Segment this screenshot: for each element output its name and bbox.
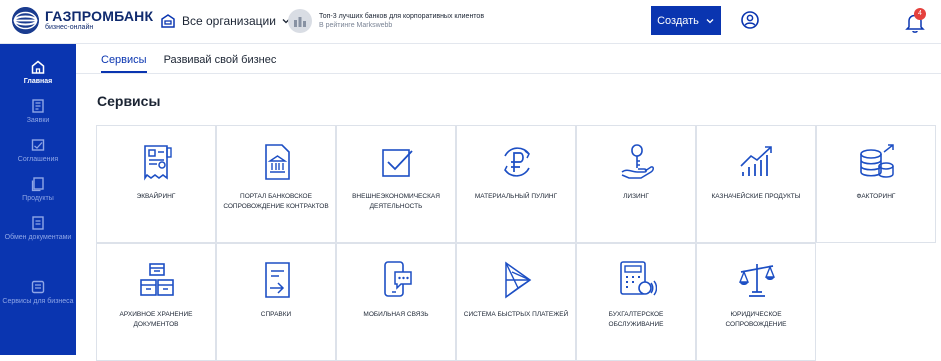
promo-title: Топ-3 лучших банков для корпоративных кл…	[319, 13, 485, 20]
page-title: Сервисы	[97, 93, 161, 109]
rating-chart-icon	[288, 9, 312, 33]
service-label: ЮРИДИЧЕСКОЕ СОПРОВОЖДЕНИЕ	[725, 311, 787, 328]
sidebar-item-documents-exchange[interactable]: Обмен документами	[0, 215, 76, 242]
tab-grow-business[interactable]: Развивай свой бизнес	[164, 54, 277, 73]
create-button[interactable]: Создать	[651, 6, 721, 35]
tab-services[interactable]: Сервисы	[101, 54, 147, 73]
service-label: ФАКТОРИНГ	[856, 193, 896, 200]
sidebar-item-products[interactable]: Продукты	[0, 176, 76, 203]
service-card-treasury-products[interactable]: КАЗНАЧЕЙСКИЕ ПРОДУКТЫ	[696, 125, 816, 243]
sidebar-item-label: Сервисы для бизнеса	[2, 298, 74, 305]
service-label: ВНЕШНЕЭКОНОМИЧЕСКАЯ ДЕЯТЕЛЬНОСТЬ	[352, 193, 440, 210]
promo-banner[interactable]: Топ-3 лучших банков для корпоративных кл…	[288, 9, 484, 33]
sidebar-item-label: Главная	[23, 78, 53, 85]
service-label: ПОРТАЛ БАНКОВСКОЕ СОПРОВОЖДЕНИЕ КОНТРАКТ…	[223, 193, 329, 210]
service-label: МОБИЛЬНАЯ СВЯЗЬ	[363, 311, 429, 318]
checkbox-icon	[382, 149, 413, 177]
gazprombank-logo-icon	[12, 7, 39, 34]
gazprombank-logo[interactable]: ГАЗПРОМБАНК бизнес-онлайн	[12, 7, 153, 34]
service-card-fast-payments[interactable]: СИСТЕМА БЫСТРЫХ ПЛАТЕЖЕЙ	[456, 243, 576, 361]
sidebar-item-label: Продукты	[22, 195, 54, 202]
chevron-down-icon	[706, 18, 714, 23]
sidebar-item-label: Заявки	[26, 117, 50, 124]
tabs-divider	[76, 73, 941, 74]
user-profile-icon[interactable]	[741, 11, 759, 29]
growth-chart-icon	[740, 146, 772, 176]
sidebar-item-label: Обмен документами	[4, 234, 72, 241]
sidebar-item-label: Соглашения	[17, 156, 59, 163]
service-label: БУХГАЛТЕРСКОЕ ОБСЛУЖИВАНИЕ	[608, 311, 664, 328]
service-label: СИСТЕМА БЫСТРЫХ ПЛАТЕЖЕЙ	[463, 311, 569, 318]
bank-document-icon	[265, 144, 290, 180]
service-card-certificates[interactable]: СПРАВКИ	[216, 243, 336, 361]
service-card-archive-storage[interactable]: АРХИВНОЕ ХРАНЕНИЕ ДОКУМЕНТОВ	[96, 243, 216, 361]
archive-boxes-icon	[140, 263, 174, 296]
sbp-icon	[505, 261, 532, 299]
logo-name: ГАЗПРОМБАНК	[45, 8, 154, 24]
sidebar-item-home[interactable]: Главная	[0, 59, 76, 86]
logo-subtitle: бизнес-онлайн	[45, 24, 94, 31]
service-card-legal-support[interactable]: ЮРИДИЧЕСКОЕ СОПРОВОЖДЕНИЕ	[696, 243, 816, 361]
certificate-icon	[265, 262, 290, 298]
promo-subtitle: В рейтинге Markswebb	[319, 22, 393, 29]
create-button-label: Создать	[657, 14, 699, 27]
requests-icon	[32, 99, 44, 113]
top-header: ГАЗПРОМБАНК бизнес-онлайн Все организаци…	[0, 0, 941, 44]
notification-count-badge: 4	[914, 8, 926, 20]
service-card-leasing[interactable]: ЛИЗИНГ	[576, 125, 696, 243]
service-card-material-pooling[interactable]: МАТЕРИАЛЬНЫЙ ПУЛИНГ	[456, 125, 576, 243]
agreements-icon	[31, 139, 45, 151]
building-icon	[161, 14, 175, 28]
calculator-icon	[620, 261, 657, 296]
service-card-factoring[interactable]: ФАКТОРИНГ	[816, 125, 936, 243]
service-label: ЛИЗИНГ	[623, 193, 649, 200]
terminal-icon	[144, 145, 172, 181]
service-card-contract-portal[interactable]: ПОРТАЛ БАНКОВСКОЕ СОПРОВОЖДЕНИЕ КОНТРАКТ…	[216, 125, 336, 243]
sidebar-item-agreements[interactable]: Соглашения	[0, 137, 76, 164]
content-tabs: Сервисы Развивай свой бизнес	[101, 54, 293, 73]
service-card-accounting[interactable]: БУХГАЛТЕРСКОЕ ОБСЛУЖИВАНИЕ	[576, 243, 696, 361]
mobile-chat-icon	[384, 261, 412, 297]
business-services-icon	[31, 280, 45, 294]
notifications-button[interactable]: 4	[905, 8, 927, 34]
scales-icon	[738, 264, 776, 297]
service-label: СПРАВКИ	[260, 311, 292, 318]
service-label: АРХИВНОЕ ХРАНЕНИЕ ДОКУМЕНТОВ	[119, 311, 193, 328]
service-label: ЭКВАЙРИНГ	[136, 193, 176, 200]
service-card-acquiring[interactable]: ЭКВАЙРИНГ	[96, 125, 216, 243]
service-label: КАЗНАЧЕЙСКИЕ ПРОДУКТЫ	[711, 193, 801, 200]
home-icon	[31, 60, 45, 74]
service-card-mobile-communication[interactable]: МОБИЛЬНАЯ СВЯЗЬ	[336, 243, 456, 361]
ruble-cycle-icon	[504, 147, 530, 177]
coins-icon	[860, 144, 894, 178]
documents-exchange-icon	[32, 216, 44, 230]
key-hand-icon	[621, 144, 654, 179]
sidebar-item-requests[interactable]: Заявки	[0, 98, 76, 125]
products-icon	[31, 177, 44, 192]
organization-selector[interactable]: Все организации	[160, 13, 291, 29]
sidebar-item-business-services[interactable]: Сервисы для бизнеса	[0, 279, 76, 306]
sidebar: Главная Заявки Соглашения Продукты Обмен…	[0, 44, 76, 355]
service-label: МАТЕРИАЛЬНЫЙ ПУЛИНГ	[474, 193, 558, 200]
organization-label: Все организации	[182, 14, 276, 28]
service-card-foreign-trade[interactable]: ВНЕШНЕЭКОНОМИЧЕСКАЯ ДЕЯТЕЛЬНОСТЬ	[336, 125, 456, 243]
